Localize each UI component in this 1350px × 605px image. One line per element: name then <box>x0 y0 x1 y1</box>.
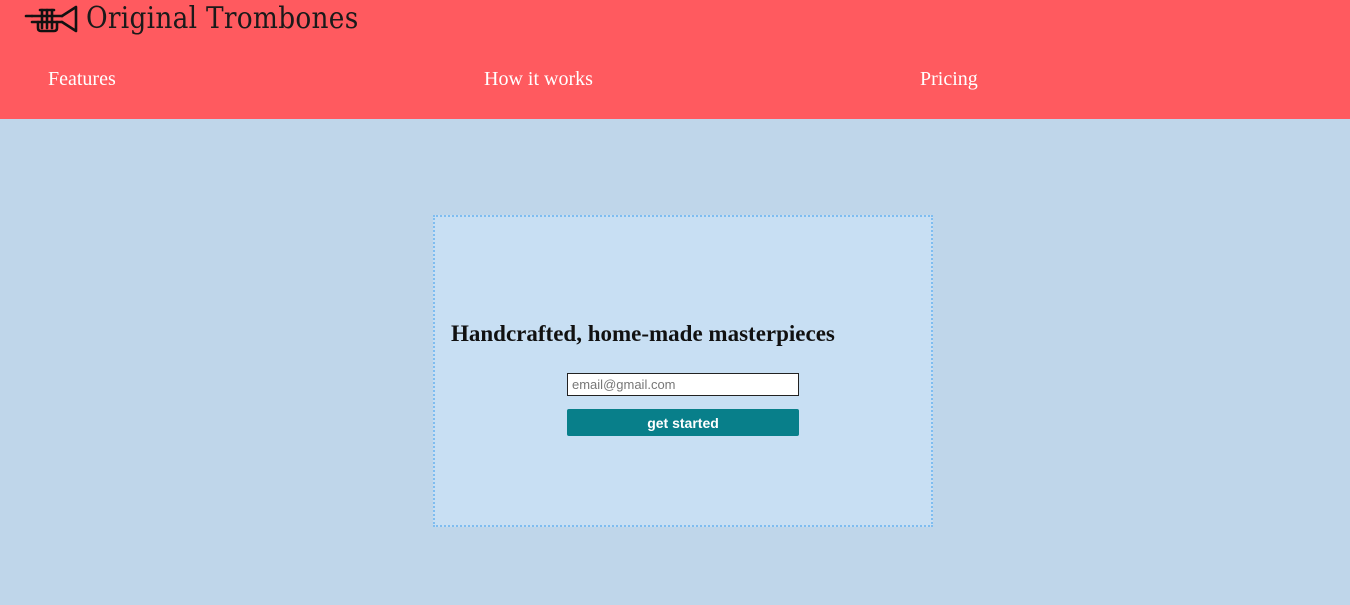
main-nav: Features How it works Pricing <box>0 66 1350 94</box>
nav-link-how-it-works[interactable]: How it works <box>484 66 593 92</box>
nav-link-pricing[interactable]: Pricing <box>920 66 978 92</box>
brand-logo[interactable]: Original Trombones <box>24 0 396 38</box>
trumpet-icon <box>24 5 78 33</box>
get-started-button[interactable]: get started <box>567 409 799 436</box>
site-header: Original Trombones Features How it works… <box>0 0 1350 119</box>
hero-section: Handcrafted, home-made masterpieces get … <box>433 215 933 527</box>
nav-link-features[interactable]: Features <box>48 66 116 92</box>
brand-name: Original Trombones <box>86 1 359 36</box>
email-input[interactable] <box>567 373 799 396</box>
hero-title: Handcrafted, home-made masterpieces <box>451 321 835 346</box>
